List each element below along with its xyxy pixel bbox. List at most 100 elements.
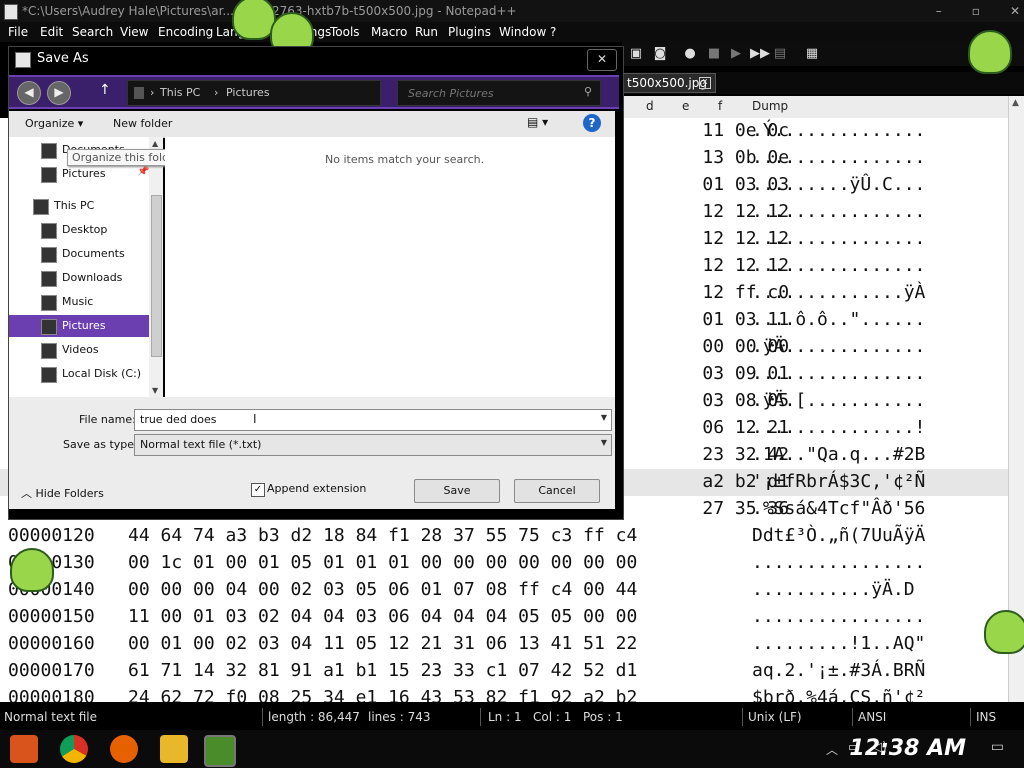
hex-dump[interactable]: ................ bbox=[752, 147, 925, 168]
scroll-thumb[interactable] bbox=[151, 195, 162, 357]
address-bar[interactable]: › This PC › Pictures bbox=[127, 80, 381, 106]
hex-dump[interactable]: ................ bbox=[752, 552, 925, 573]
nav-item-downloads[interactable]: Downloads bbox=[9, 267, 149, 289]
play-macro-icon[interactable]: ▶ bbox=[728, 46, 744, 62]
append-extension-label[interactable]: Append extension bbox=[267, 482, 366, 495]
maximize-button[interactable]: ▫ bbox=[972, 0, 980, 22]
hex-bytes[interactable]: 00 00 00 04 00 02 03 05 06 01 07 08 ff c… bbox=[128, 579, 637, 600]
file-explorer-icon[interactable] bbox=[160, 735, 188, 763]
hex-dump[interactable]: .Ý.............. bbox=[752, 120, 925, 141]
breadcrumb-pictures[interactable]: Pictures bbox=[226, 86, 270, 99]
save-type-dropdown-icon[interactable]: ▼ bbox=[601, 438, 607, 447]
nav-item-pictures[interactable]: Pictures bbox=[9, 315, 149, 337]
menu-file[interactable]: File bbox=[8, 22, 28, 42]
hex-dump[interactable]: ....ô.ô.."...... bbox=[752, 309, 925, 330]
record-macro-icon[interactable]: ● bbox=[682, 46, 698, 62]
menu-search[interactable]: Search bbox=[72, 22, 113, 42]
hex-bytes[interactable]: 61 71 14 32 81 91 a1 b1 15 23 33 c1 07 4… bbox=[128, 660, 637, 681]
scroll-up-icon[interactable]: ▲ bbox=[152, 139, 158, 148]
hex-dump[interactable]: .ÿÄ.[........... bbox=[752, 390, 925, 411]
sync-scroll-icon[interactable]: ▣ bbox=[628, 46, 644, 62]
hex-dump[interactable]: .1A.."Qa.q...#2B bbox=[752, 444, 925, 465]
filename-input[interactable]: true ded does I ▼ bbox=[134, 409, 612, 431]
hex-bytes[interactable]: 00 1c 01 00 01 05 01 01 01 00 00 00 00 0… bbox=[128, 552, 637, 573]
menu-edit[interactable]: Edit bbox=[40, 22, 63, 42]
up-arrow-icon[interactable]: ↑ bbox=[99, 82, 111, 98]
menu-help[interactable]: ? bbox=[550, 22, 556, 42]
tab-file[interactable]: t500x500.jpg x bbox=[622, 73, 716, 93]
tab-close-icon[interactable]: x bbox=[699, 77, 711, 89]
hex-bytes[interactable]: 44 64 74 a3 b3 d2 18 84 f1 28 37 55 75 c… bbox=[128, 525, 637, 546]
chrome-icon[interactable] bbox=[60, 735, 88, 763]
hex-dump[interactable]: .........ÿÛ.C... bbox=[752, 174, 925, 195]
nav-item-this-pc[interactable]: This PC bbox=[9, 195, 149, 217]
hex-editor-icon[interactable]: ▦ bbox=[804, 46, 820, 62]
stop-macro-icon[interactable]: ■ bbox=[706, 46, 722, 62]
nav-item-desktop[interactable]: Desktop bbox=[9, 219, 149, 241]
search-box[interactable]: ⚲ bbox=[397, 80, 601, 106]
hex-row[interactable]: 00000180 24 62 72 f0 08 25 34 e1 16 43 53… bbox=[0, 685, 1008, 702]
append-extension-checkbox[interactable]: ✓ bbox=[251, 483, 265, 497]
new-folder-button[interactable]: New folder bbox=[113, 117, 172, 130]
hex-dump[interactable]: ...........ÿÄ.D bbox=[752, 579, 915, 600]
hex-row[interactable]: 0000013000 1c 01 00 01 05 01 01 01 00 00… bbox=[0, 550, 1008, 577]
hex-dump[interactable]: '¡±fRbrÁ$3C,'¢²Ñ bbox=[752, 471, 925, 492]
hide-folders-button[interactable]: ︿ Hide Folders bbox=[21, 485, 104, 501]
start-button[interactable] bbox=[10, 735, 38, 763]
dialog-close-button[interactable]: ✕ bbox=[587, 49, 617, 71]
navigation-pane-scrollbar[interactable]: ▲ ▼ bbox=[149, 137, 163, 397]
search-input[interactable] bbox=[406, 84, 570, 102]
hex-dump[interactable]: .%Ssá&4Tcf"Âð'56 bbox=[752, 498, 925, 519]
menu-macro[interactable]: Macro bbox=[371, 22, 407, 42]
save-button[interactable]: Save bbox=[414, 479, 500, 503]
menu-tools[interactable]: Tools bbox=[330, 22, 360, 42]
save-macro-icon[interactable]: ▤ bbox=[772, 46, 788, 62]
minimize-button[interactable]: – bbox=[936, 0, 942, 22]
nav-item-music[interactable]: Music bbox=[9, 291, 149, 313]
hex-dump[interactable]: ................ bbox=[752, 363, 925, 384]
forward-button[interactable]: ▶ bbox=[47, 81, 71, 105]
hex-dump[interactable]: .ÿÄ............. bbox=[752, 336, 925, 357]
hex-bytes[interactable]: 24 62 72 f0 08 25 34 e1 16 43 53 82 f1 9… bbox=[128, 687, 637, 702]
breadcrumb-this-pc[interactable]: This PC bbox=[160, 86, 200, 99]
navigation-pane[interactable]: Documents Pictures 📌 This PC Desktop Doc… bbox=[9, 137, 149, 397]
firefox-icon[interactable] bbox=[110, 735, 138, 763]
hex-row[interactable]: 00000170 61 71 14 32 81 91 a1 b1 15 23 33… bbox=[0, 658, 1008, 685]
breadcrumb-chevron-icon[interactable]: › bbox=[214, 86, 218, 99]
menu-encoding[interactable]: Encoding bbox=[158, 22, 213, 42]
hex-dump[interactable]: ..............ÿÀ bbox=[752, 282, 925, 303]
tray-chevron-icon[interactable]: ︿ bbox=[826, 741, 838, 758]
notifications-icon[interactable]: ▭ bbox=[991, 739, 1004, 755]
hex-dump[interactable]: ................ bbox=[752, 228, 925, 249]
hex-row[interactable]: 00000140 00 00 00 04 00 02 03 05 06 01 07… bbox=[0, 577, 1008, 604]
taskbar-clock[interactable]: 12:38 AM bbox=[849, 736, 966, 761]
organize-button[interactable]: Organize ▾ bbox=[25, 117, 83, 130]
save-type-select[interactable]: Normal text file (*.txt) ▼ bbox=[134, 434, 612, 456]
hex-dump[interactable]: ................ bbox=[752, 606, 925, 627]
cancel-button[interactable]: Cancel bbox=[514, 479, 600, 503]
hex-dump[interactable]: ...............! bbox=[752, 417, 925, 438]
hex-row[interactable]: 00000150 11 00 01 03 02 04 04 03 06 04 04… bbox=[0, 604, 1008, 631]
breadcrumb-chevron-icon[interactable]: › bbox=[150, 86, 154, 99]
notepadpp-taskbar-icon[interactable] bbox=[204, 735, 236, 767]
pin-icon[interactable]: 📌 bbox=[137, 166, 149, 177]
close-window-button[interactable]: ✕ bbox=[1010, 0, 1020, 22]
file-list[interactable]: No items match your search. bbox=[165, 137, 615, 397]
back-button[interactable]: ◀ bbox=[17, 81, 41, 105]
nav-item-videos[interactable]: Videos bbox=[9, 339, 149, 361]
help-button[interactable]: ? bbox=[583, 114, 601, 132]
nav-item-local-disk[interactable]: Local Disk (C:) bbox=[9, 363, 149, 385]
hex-dump[interactable]: Ddt£³Ò.„ñ(7UuÃÿÄ bbox=[752, 525, 925, 546]
hex-bytes[interactable]: 00 01 00 02 03 04 11 05 12 21 31 06 13 4… bbox=[128, 633, 637, 654]
hex-dump[interactable]: ................ bbox=[752, 201, 925, 222]
hex-dump[interactable]: .........!1..AQ" bbox=[752, 633, 925, 654]
hex-dump[interactable]: ................ bbox=[752, 255, 925, 276]
nav-item-documents[interactable]: Documents bbox=[9, 243, 149, 265]
hex-row[interactable]: 00000120 44 64 74 a3 b3 d2 18 84 f1 28 37… bbox=[0, 523, 1008, 550]
screenshot-icon[interactable]: ◙ bbox=[652, 46, 668, 62]
run-multiple-icon[interactable]: ▶▶ bbox=[750, 46, 770, 62]
hex-dump[interactable]: $brð.%4á.CS‚ñ'¢² bbox=[752, 687, 925, 702]
scroll-down-icon[interactable]: ▼ bbox=[152, 386, 158, 395]
menu-run[interactable]: Run bbox=[415, 22, 438, 42]
menu-window[interactable]: Window bbox=[499, 22, 546, 42]
